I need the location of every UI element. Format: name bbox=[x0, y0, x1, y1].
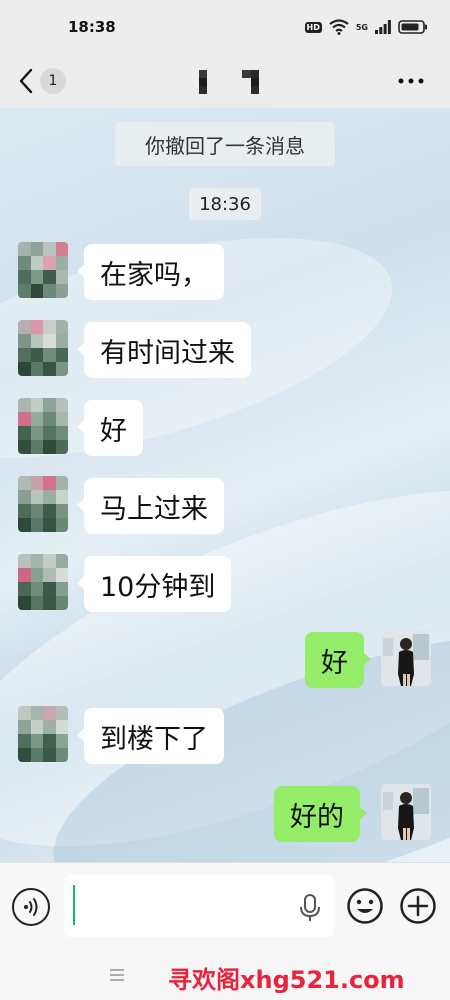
site-watermark: 寻欢阁xhg521.com bbox=[168, 966, 405, 994]
contact-avatar[interactable] bbox=[18, 398, 68, 454]
text-caret bbox=[73, 885, 75, 925]
contact-name-mosaic-2 bbox=[242, 70, 268, 94]
user-avatar-photo bbox=[381, 630, 431, 686]
contact-name-pixelated bbox=[190, 70, 268, 94]
chevron-left-icon bbox=[19, 68, 33, 94]
status-bar: 18:38 HD 5G bbox=[0, 0, 450, 54]
incoming-message[interactable]: 到楼下了 bbox=[77, 708, 224, 764]
contact-avatar[interactable] bbox=[18, 476, 68, 532]
emoji-icon[interactable] bbox=[346, 887, 384, 925]
plus-icon[interactable] bbox=[399, 887, 437, 925]
outgoing-message[interactable]: 好的 bbox=[274, 786, 367, 842]
user-avatar[interactable] bbox=[381, 630, 431, 686]
more-options-button[interactable] bbox=[394, 66, 428, 96]
chat-message-area[interactable]: 你撤回了一条消息 18:36 在家吗， 有时间过来 好 马上过来 10分钟到 好 bbox=[0, 108, 450, 862]
outgoing-message[interactable]: 好 bbox=[305, 632, 371, 688]
battery-icon bbox=[398, 20, 427, 34]
incoming-message[interactable]: 好 bbox=[77, 400, 143, 456]
incoming-message[interactable]: 10分钟到 bbox=[76, 556, 232, 612]
unread-count-badge: 1 bbox=[40, 68, 66, 94]
user-avatar[interactable] bbox=[381, 784, 431, 840]
status-time: 18:38 bbox=[68, 18, 116, 36]
incoming-message[interactable]: 在家吗， bbox=[77, 244, 224, 300]
wifi-icon bbox=[329, 19, 349, 35]
menu-lines-icon[interactable] bbox=[108, 966, 126, 984]
back-button[interactable]: 1 bbox=[18, 64, 66, 98]
contact-avatar[interactable] bbox=[18, 554, 68, 610]
contact-avatar[interactable] bbox=[18, 706, 68, 762]
message-text-input[interactable] bbox=[64, 875, 334, 937]
recalled-message-tip: 你撤回了一条消息 bbox=[115, 122, 335, 166]
incoming-message[interactable]: 有时间过来 bbox=[77, 322, 251, 378]
contact-avatar[interactable] bbox=[18, 320, 68, 376]
hd-badge: HD bbox=[304, 21, 322, 33]
network-type-label: 5G bbox=[355, 22, 368, 32]
more-dots-icon bbox=[398, 78, 424, 84]
message-input-bar bbox=[0, 862, 450, 952]
contact-avatar[interactable] bbox=[18, 242, 68, 298]
voice-toggle-button[interactable] bbox=[12, 888, 50, 926]
voice-wave-icon bbox=[24, 898, 38, 916]
signal-icon bbox=[375, 20, 391, 34]
system-navigation-bar: 寻欢阁xhg521.com bbox=[0, 952, 450, 1000]
incoming-message[interactable]: 马上过来 bbox=[77, 478, 224, 534]
microphone-icon[interactable] bbox=[298, 893, 322, 923]
message-timestamp: 18:36 bbox=[189, 188, 261, 220]
user-avatar-photo bbox=[381, 784, 431, 840]
chat-header: 1 bbox=[0, 54, 450, 108]
status-icons: HD 5G bbox=[304, 19, 428, 35]
contact-name-mosaic-1 bbox=[190, 70, 216, 94]
